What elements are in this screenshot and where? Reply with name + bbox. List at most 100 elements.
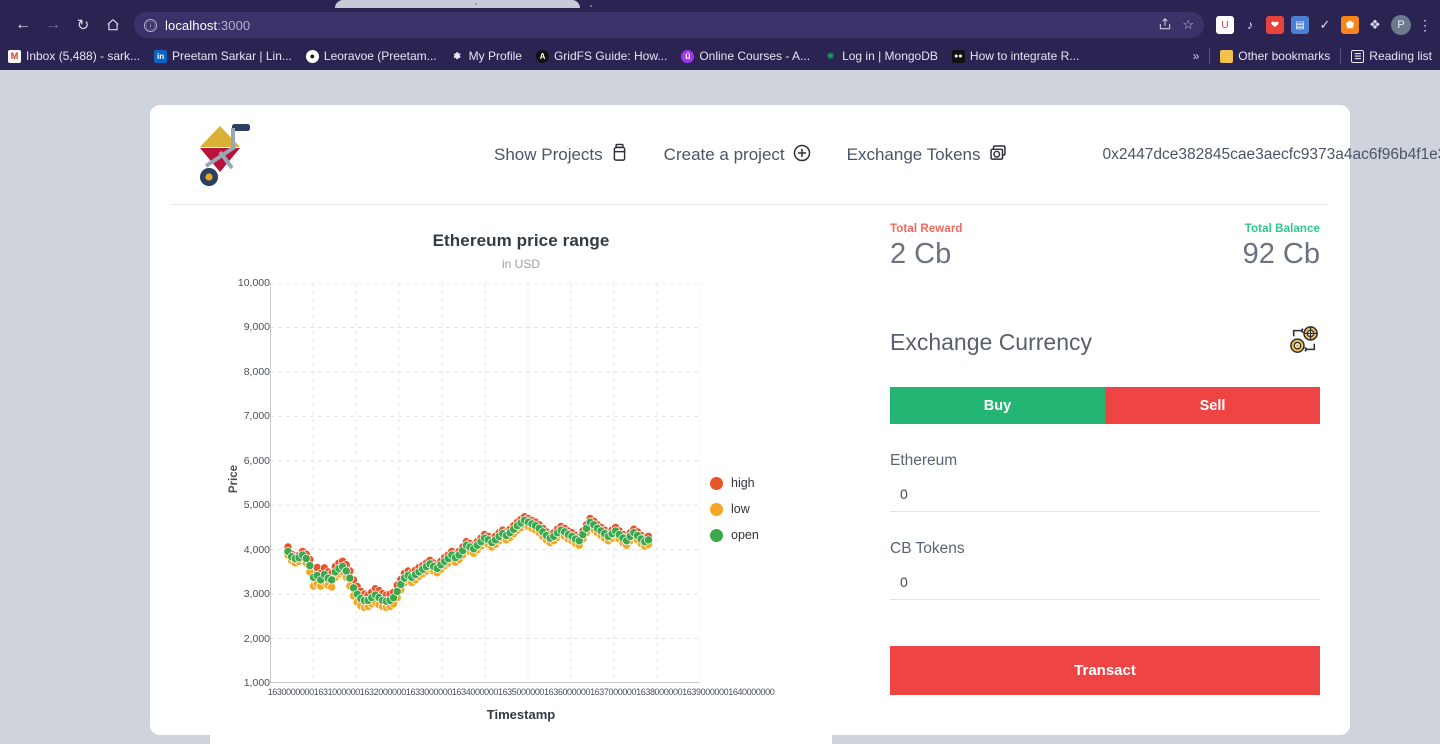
- github-icon: ●: [305, 49, 319, 63]
- profile-avatar[interactable]: P: [1391, 15, 1411, 35]
- y-tick-label: 7,000: [243, 410, 270, 423]
- exchange-panel: Total Reward 2 Cb Total Balance 92 Cb Ex…: [890, 205, 1320, 735]
- y-tick-label: 10,000: [237, 277, 270, 289]
- checkmark-extension-icon[interactable]: ✓: [1316, 16, 1334, 34]
- metamask-extension-icon[interactable]: ⬟: [1341, 16, 1359, 34]
- bookmark-item[interactable]: û Online Courses - A...: [681, 49, 810, 63]
- legend-item-high[interactable]: high: [710, 476, 759, 490]
- coin-exchange-icon[interactable]: [1288, 325, 1320, 360]
- legend-color-swatch: [710, 502, 723, 516]
- bookmark-item[interactable]: ● Leoravoe (Preetam...: [305, 49, 437, 63]
- y-axis-ticks: 10,000 9,000 8,000 7,000 6,000 5,000 4,000 3,00…: [224, 277, 270, 689]
- bookmark-item[interactable]: in Preetam Sarkar | Lin...: [154, 49, 292, 63]
- extensions-tray: U ♪ ❤ ▤ ✓ ⬟ ❖ P ⋮: [1208, 15, 1432, 35]
- gridfs-icon: A: [535, 49, 549, 63]
- bookmarks-overflow-button[interactable]: »: [1193, 49, 1200, 63]
- buy-tab[interactable]: Buy: [890, 387, 1105, 424]
- total-balance-block: Total Balance 92 Cb: [1243, 223, 1320, 271]
- puzzle-extension-icon[interactable]: ❖: [1366, 16, 1384, 34]
- bookmark-item[interactable]: M Inbox (5,488) - sark...: [8, 49, 140, 63]
- legend-label: high: [731, 476, 755, 490]
- red-extension-icon[interactable]: ❤: [1266, 16, 1284, 34]
- bookmark-label: My Profile: [468, 49, 522, 63]
- bookmark-label: Preetam Sarkar | Lin...: [172, 49, 292, 63]
- wallet-address[interactable]: 0x2447dce382845cae3aecfc9373a4ac6f96b4f1…: [1103, 146, 1440, 164]
- nav-create-project[interactable]: Create a project: [664, 144, 811, 167]
- profile-icon: ✽: [450, 49, 464, 63]
- page-viewport: Show Projects Create a project Exchange …: [0, 70, 1440, 744]
- tab-strip: [0, 0, 1440, 8]
- bookmark-item[interactable]: ●● How to integrate R...: [951, 49, 1079, 63]
- x-axis-ticks: 1630000000163100000016320000001633000000…: [267, 687, 775, 697]
- browser-tab[interactable]: [335, 0, 580, 8]
- address-bar[interactable]: ⓘ localhost:3000 ☆: [134, 12, 1204, 38]
- legend-item-low[interactable]: low: [710, 502, 759, 516]
- bookmarks-bar: M Inbox (5,488) - sark... in Preetam Sarka…: [0, 42, 1440, 70]
- app-navbar: Show Projects Create a project Exchange …: [150, 105, 1440, 205]
- nav-create-project-label: Create a project: [663, 145, 785, 164]
- legend-label: low: [731, 502, 750, 516]
- forward-button[interactable]: →: [38, 10, 68, 40]
- app-nav-links: Show Projects Create a project Exchange …: [494, 143, 1007, 167]
- bookmark-item[interactable]: ❈ Log in | MongoDB: [824, 49, 938, 63]
- url-text: localhost:3000: [165, 17, 251, 33]
- wallpaper-star-icon: [475, 3, 477, 5]
- nav-exchange-tokens-label: Exchange Tokens: [846, 145, 981, 164]
- other-bookmarks-button[interactable]: Other bookmarks: [1220, 49, 1330, 63]
- buy-sell-tabs: Buy Sell: [890, 387, 1320, 424]
- legend-color-swatch: [710, 476, 723, 490]
- reading-list-button[interactable]: ☰ Reading list: [1351, 49, 1432, 63]
- chart-subtitle: in USD: [501, 257, 540, 271]
- bookmark-label: Inbox (5,488) - sark...: [26, 49, 141, 63]
- linkedin-icon: in: [154, 49, 168, 63]
- bookmark-star-icon[interactable]: ☆: [1182, 17, 1194, 33]
- total-balance-label: Total Balance: [1244, 223, 1320, 235]
- x-axis-label: Timestamp: [486, 707, 556, 722]
- y-tick-label: 6,000: [243, 454, 270, 467]
- cb-tokens-field: CB Tokens: [890, 540, 1320, 600]
- wallpaper-star-icon: [590, 5, 592, 7]
- bookmark-label: Leoravoe (Preetam...: [323, 49, 437, 63]
- url-bar-row: ← → ↻ ⓘ localhost:3000 ☆ U ♪ ❤ ▤ ✓ ⬟ ❖ P…: [0, 8, 1440, 42]
- legend-label: open: [731, 528, 759, 542]
- chart-legend: high low open: [710, 476, 759, 554]
- bookmark-item[interactable]: ✽ My Profile: [450, 49, 522, 63]
- cb-tokens-amount-input[interactable]: [890, 570, 1320, 600]
- pocket-extension-icon[interactable]: U: [1216, 16, 1234, 34]
- transact-button[interactable]: Transact: [890, 646, 1320, 695]
- legend-item-open[interactable]: open: [710, 528, 759, 542]
- app-content: Ethereum price range in USD Price 10,000…: [150, 205, 1350, 744]
- sell-tab[interactable]: Sell: [1105, 387, 1320, 424]
- cb-tokens-field-label: CB Tokens: [890, 540, 965, 557]
- nav-show-projects[interactable]: Show Projects: [494, 143, 628, 167]
- article-icon: ●●: [951, 49, 965, 63]
- back-button[interactable]: ←: [8, 10, 38, 40]
- reading-list-icon: ☰: [1351, 49, 1365, 63]
- wheelbarrow-logo[interactable]: [196, 122, 258, 188]
- plus-circle-icon: [793, 144, 811, 167]
- udemy-icon: û: [681, 49, 695, 63]
- headphone-extension-icon[interactable]: ♪: [1241, 16, 1259, 34]
- chart-panel: Ethereum price range in USD Price 10,000…: [210, 205, 832, 744]
- nav-exchange-tokens[interactable]: Exchange Tokens: [847, 144, 1007, 167]
- site-info-icon[interactable]: ⓘ: [144, 18, 157, 32]
- ethereum-amount-input[interactable]: [890, 482, 1320, 512]
- bookmark-label: GridFS Guide: How...: [553, 49, 668, 63]
- notes-extension-icon[interactable]: ▤: [1291, 16, 1309, 34]
- share-icon[interactable]: [1158, 17, 1172, 34]
- total-balance-value: 92 Cb: [1242, 238, 1320, 270]
- y-tick-label: 2,000: [243, 632, 270, 645]
- database-jar-icon: [611, 143, 628, 167]
- browser-menu-icon[interactable]: ⋮: [1418, 17, 1432, 34]
- chart-title: Ethereum price range: [432, 231, 610, 250]
- total-reward-value: 2 Cb: [890, 238, 952, 270]
- home-button[interactable]: [98, 10, 128, 40]
- reload-button[interactable]: ↻: [68, 10, 98, 40]
- bookmark-item[interactable]: A GridFS Guide: How...: [535, 49, 668, 63]
- y-tick-label: 4,000: [243, 543, 270, 556]
- total-reward-block: Total Reward 2 Cb: [890, 223, 963, 271]
- nav-show-projects-label: Show Projects: [494, 145, 603, 164]
- ethereum-field-label: Ethereum: [890, 452, 958, 469]
- browser-chrome: ← → ↻ ⓘ localhost:3000 ☆ U ♪ ❤ ▤ ✓ ⬟ ❖ P…: [0, 0, 1440, 70]
- y-tick-label: 8,000: [243, 365, 270, 378]
